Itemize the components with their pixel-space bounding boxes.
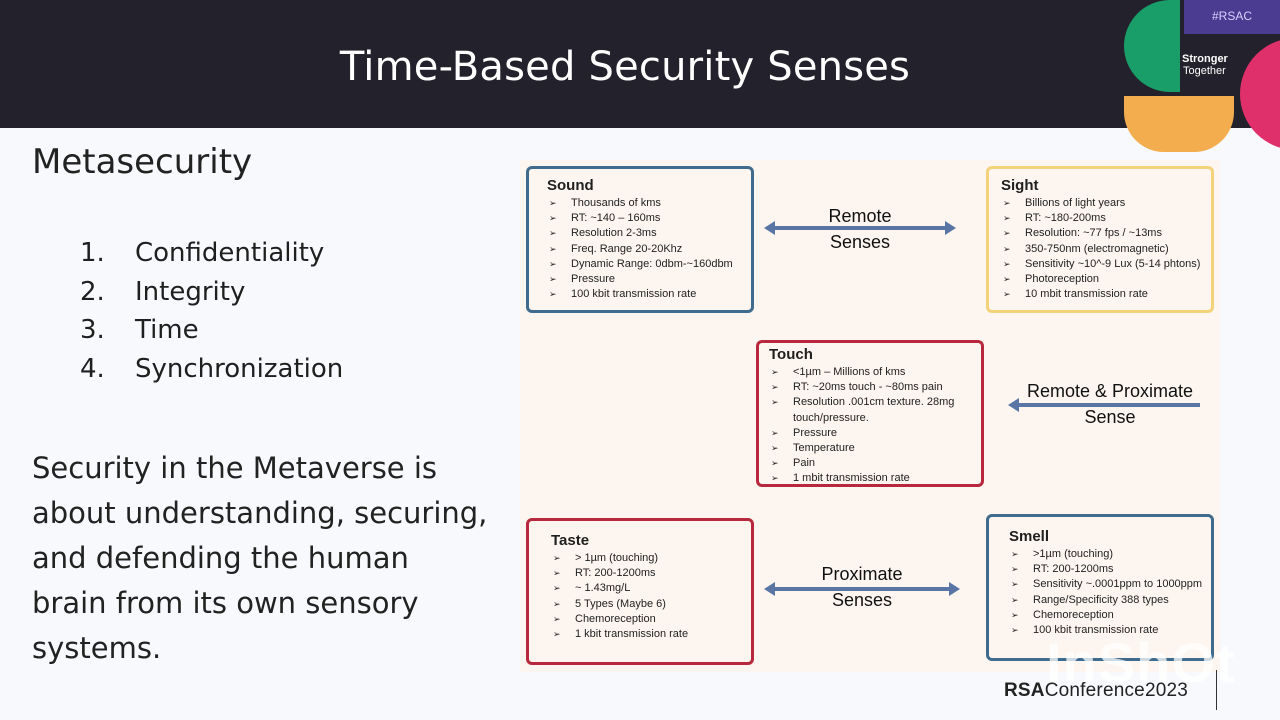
list-item: Sensitivity ~.0001ppm to 1000ppm [1009,577,1203,592]
list-item: Resolution: ~77 fps / ~13ms [1001,226,1203,241]
hashtag-label: #RSAC [1211,9,1252,23]
sense-name: Touch [769,346,813,363]
arrow-right-icon [949,582,960,596]
pillar-number: 1. [80,238,105,268]
tagline-regular: Together [1183,65,1226,77]
list-item: 1 mbit transmission rate [769,471,973,486]
pillar-item: 1. Confidentiality [80,238,343,277]
connector-line2: Senses [829,232,891,252]
sense-name: Smell [1009,528,1050,545]
rsac-logo: #RSAC Stronger Together [1120,0,1280,155]
list-item: RT: 200-1200ms [551,566,743,581]
list-item: RT: ~140 – 160ms [547,211,743,226]
list-item: Freq. Range 20-20Khz [547,242,743,257]
list-item: Dynamic Range: 0dbm-~160dbm [547,257,743,272]
inshot-watermark: InShOt [1046,631,1236,694]
slide-title: Time-Based Security Senses [339,44,911,90]
sense-list: > 1µm (touching) RT: 200-1200ms ~ 1.43mg… [551,551,743,642]
list-item: Pressure [769,426,973,441]
list-item: Thousands of kms [547,196,743,211]
list-item: Resolution 2-3ms [547,226,743,241]
footer-brand: RSA [1004,680,1045,701]
list-item: RT: ~20ms touch - ~80ms pain [769,380,973,395]
list-item: Range/Specificity 388 types [1009,593,1203,608]
list-item: RT: 200-1200ms [1009,562,1203,577]
list-item: 100 kbit transmission rate [547,287,743,302]
list-item: Pressure [547,272,743,287]
connector-line1: Remote [828,206,892,226]
list-item: <1µm – Millions of kms [769,365,973,380]
list-item: 10 mbit transmission rate [1001,287,1203,302]
sense-list: Billions of light years RT: ~180-200ms R… [1001,196,1203,303]
list-item: Billions of light years [1001,196,1203,211]
connector-line1: Remote & Proximate [1026,381,1194,401]
sense-name: Taste [551,532,590,549]
pillar-number: 2. [80,276,105,307]
tagline-bold: Stronger [1182,53,1228,65]
list-item: 1 kbit transmission rate [551,627,743,642]
pillar-label: Confidentiality [135,238,325,268]
sense-name: Sound [547,177,594,194]
pillar-item: 2. Integrity [80,277,343,316]
list-item: Chemoreception [551,612,743,627]
connector-line1: Proximate [821,564,903,584]
logo-pink-shape [1240,38,1280,150]
sense-name: Sight [1001,177,1039,194]
sense-box-sound: Sound Thousands of kms RT: ~140 – 160ms … [526,166,754,313]
sense-list: Thousands of kms RT: ~140 – 160ms Resolu… [547,196,743,303]
list-item: Chemoreception [1009,608,1203,623]
list-item: >1µm (touching) [1009,547,1203,562]
logo-green-shape [1124,0,1180,92]
remote-senses-label: Remote Senses [780,203,940,255]
pillar-item: 4. Synchronization [80,354,343,393]
slide-header: Time-Based Security Senses [0,0,1280,128]
sense-box-sight: Sight Billions of light years RT: ~180-2… [986,166,1214,313]
list-item: 350-750nm (electromagnetic) [1001,242,1203,257]
pillar-label: Synchronization [135,353,344,384]
proximate-senses-label: Proximate Senses [782,561,942,613]
connector-line2: Senses [831,590,893,610]
list-item: Pain [769,456,973,471]
sense-box-taste: Taste > 1µm (touching) RT: 200-1200ms ~ … [526,518,754,665]
list-item: Sensitivity ~10^-9 Lux (5-14 phtons) [1001,257,1203,272]
pillar-number: 4. [80,353,105,384]
list-item: ~ 1.43mg/L [551,581,743,596]
pillar-label: Time [135,315,199,345]
arrow-left-icon [764,582,775,596]
logo-orange-shape [1124,96,1234,152]
list-item: 5 Types (Maybe 6) [551,597,743,612]
list-item: RT: ~180-200ms [1001,211,1203,226]
section-title: Metasecurity [32,142,253,182]
sense-list: >1µm (touching) RT: 200-1200ms Sensitivi… [1009,547,1203,638]
list-item: > 1µm (touching) [551,551,743,566]
connector-line2: Sense [1084,407,1136,427]
sense-list: <1µm – Millions of kms RT: ~20ms touch -… [769,365,973,487]
pillar-number: 3. [80,315,105,345]
remote-proximate-label: Remote & Proximate Sense [1010,378,1210,430]
sense-box-touch: Touch <1µm – Millions of kms RT: ~20ms t… [756,340,984,487]
arrow-left-icon [764,221,775,235]
list-item: Resolution .001cm texture. 28mg touch/pr… [769,395,973,425]
list-item: Temperature [769,441,973,456]
pillar-label: Integrity [135,276,246,307]
arrow-right-icon [945,221,956,235]
security-pillars-list: 1. Confidentiality 2. Integrity 3. Time 4. S… [80,238,343,392]
metaverse-statement: Security in the Metaverse is about under… [32,451,488,665]
list-item: Photoreception [1001,272,1203,287]
pillar-item: 3. Time [80,315,343,354]
